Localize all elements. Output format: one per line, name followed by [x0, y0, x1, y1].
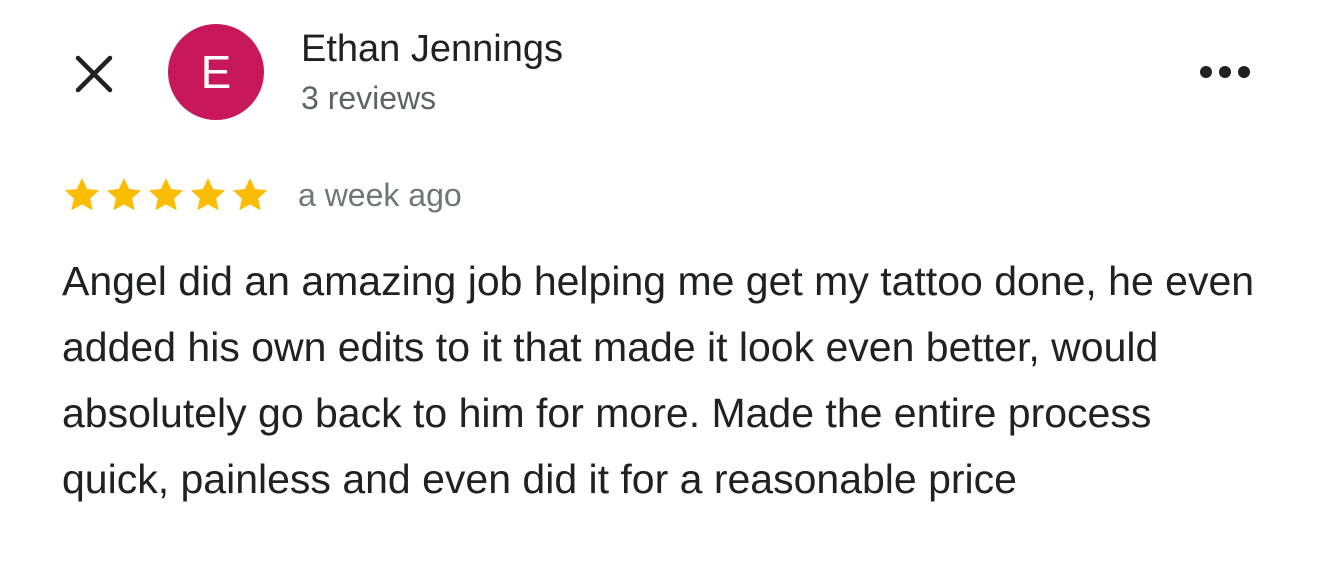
- review-date: a week ago: [298, 176, 462, 213]
- star-icon: [190, 178, 226, 211]
- review-text: Angel did an amazing job helping me get …: [62, 258, 1255, 502]
- close-button[interactable]: [64, 44, 124, 104]
- star-icon: [232, 178, 268, 211]
- more-horizontal-icon: [1200, 66, 1250, 78]
- star-icon: [106, 178, 142, 211]
- review-detail-page: E Ethan Jennings 3 reviews a week ago An…: [0, 0, 1320, 586]
- reviewer-name[interactable]: Ethan Jennings: [301, 28, 563, 71]
- avatar-initial: E: [200, 46, 232, 98]
- star-icon: [64, 178, 100, 211]
- star-rating: [62, 175, 270, 215]
- avatar[interactable]: E: [168, 24, 264, 120]
- star-icon: [148, 178, 184, 211]
- close-icon: [75, 55, 113, 93]
- more-options-button[interactable]: [1190, 50, 1260, 94]
- reviewer-review-count: 3 reviews: [301, 80, 437, 116]
- rating-row: a week ago: [62, 172, 462, 218]
